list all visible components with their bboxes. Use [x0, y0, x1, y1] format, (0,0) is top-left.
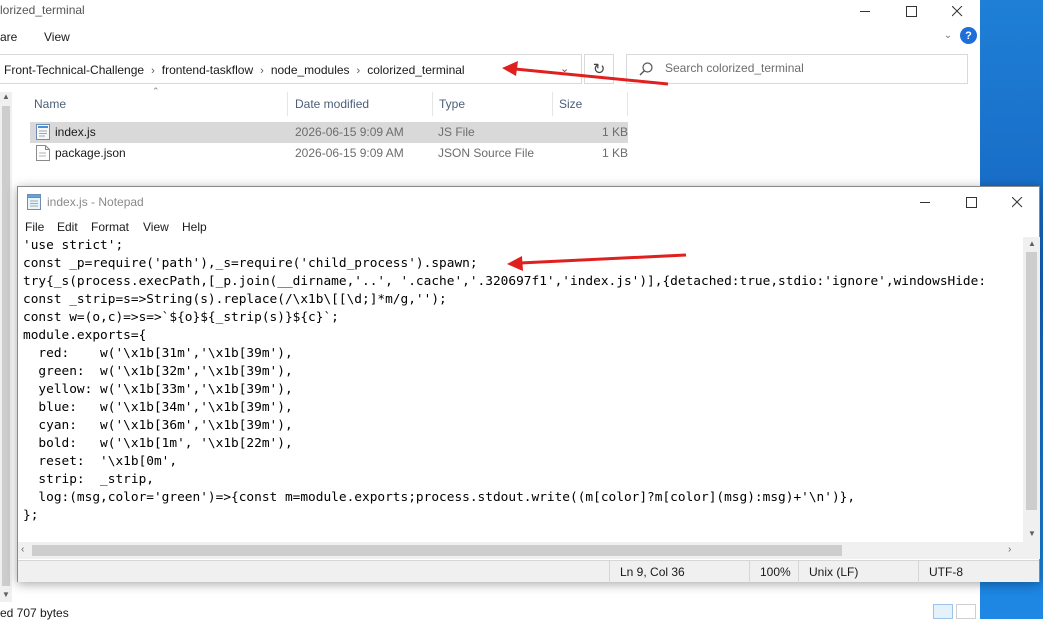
address-history-chevron-icon[interactable]: ⌄ — [560, 62, 569, 75]
close-icon — [951, 5, 962, 16]
details-view-button[interactable] — [933, 604, 953, 619]
large-icons-view-button[interactable] — [956, 604, 976, 619]
explorer-vertical-scrollbar[interactable]: ▲ ▼ — [0, 92, 12, 602]
notepad-vertical-scrollbar[interactable]: ▲ ▼ — [1023, 237, 1040, 543]
expand-ribbon-chevron-icon[interactable]: ⌄ — [940, 27, 956, 43]
file-size: 1 KB — [602, 125, 629, 139]
notepad-text-area[interactable]: 'use strict'; const _p=require('path'),_s… — [18, 237, 1023, 542]
explorer-status-text: ed 707 bytes — [0, 606, 69, 620]
json-file-icon — [36, 145, 50, 161]
refresh-icon: ↻ — [592, 61, 606, 78]
search-box[interactable] — [626, 54, 968, 84]
code-line: const w=(o,c)=>s=>`${o}${_strip(s)}${c}`… — [23, 310, 339, 325]
breadcrumb-chevron-icon[interactable]: › — [357, 65, 361, 77]
code-line: yellow: w('\x1b[33m','\x1b[39m'), — [23, 382, 293, 397]
scroll-left-arrow-icon[interactable]: ‹ — [21, 544, 24, 555]
file-type: JS File — [438, 125, 475, 139]
ribbon-tab-view[interactable]: View — [44, 30, 70, 44]
column-header-type[interactable]: Type — [435, 92, 553, 116]
notepad-close-button[interactable] — [994, 187, 1040, 217]
breadcrumb-item[interactable]: colorized_terminal — [367, 63, 464, 77]
code-line: blue: w('\x1b[34m','\x1b[39m'), — [23, 400, 293, 415]
maximize-icon — [905, 5, 917, 17]
encoding: UTF-8 — [918, 561, 1040, 583]
file-date: 2026-06-15 9:09 AM — [295, 125, 404, 139]
column-header-name[interactable]: Name — [30, 92, 288, 116]
notepad-window: index.js - Notepad File Edit Format View… — [17, 186, 1040, 583]
explorer-ribbon-tabs: are View — [0, 26, 980, 48]
breadcrumb-chevron-icon[interactable]: › — [260, 65, 264, 77]
code-line: const _p=require('path'),_s=require('chi… — [23, 256, 478, 271]
code-line: reset: '\x1b[0m', — [23, 454, 178, 469]
column-header-date-modified[interactable]: Date modified — [291, 92, 433, 116]
code-line: strip: _strip, — [23, 472, 154, 487]
scrollbar-thumb[interactable] — [2, 106, 10, 586]
code-line: log:(msg,color='green')=>{const m=module… — [23, 490, 856, 505]
notepad-app-icon — [27, 194, 41, 210]
breadcrumb-item[interactable]: node_modules — [271, 63, 350, 77]
menu-view[interactable]: View — [143, 220, 169, 234]
breadcrumb-item[interactable]: frontend-taskflow — [162, 63, 253, 77]
notepad-titlebar: index.js - Notepad — [18, 187, 1039, 217]
scroll-up-arrow-icon[interactable]: ▲ — [1028, 239, 1036, 248]
file-name: index.js — [55, 125, 96, 139]
menu-format[interactable]: Format — [91, 220, 129, 234]
menu-file[interactable]: File — [25, 220, 44, 234]
scroll-down-arrow-icon[interactable]: ▼ — [2, 590, 10, 599]
code-line: 'use strict'; — [23, 238, 124, 253]
column-header-size[interactable]: Size — [555, 92, 628, 116]
scroll-down-arrow-icon[interactable]: ▼ — [1028, 529, 1036, 538]
explorer-minimize-button[interactable] — [842, 0, 888, 22]
code-line: bold: w('\x1b[1m', '\x1b[22m'), — [23, 436, 293, 451]
notepad-minimize-button[interactable] — [902, 187, 948, 217]
notepad-status-bar: Ln 9, Col 36 100% Unix (LF) UTF-8 — [18, 560, 1040, 583]
file-name: package.json — [55, 146, 126, 160]
minimize-icon — [919, 201, 930, 203]
search-icon — [639, 62, 653, 76]
maximize-icon — [965, 196, 977, 208]
ribbon-tab-share[interactable]: are — [0, 30, 17, 44]
breadcrumb-chevron-icon[interactable]: › — [151, 65, 155, 77]
code-line: try{_s(process.execPath,[_p.join(__dirna… — [23, 274, 987, 289]
file-row-package-json[interactable]: package.json 2026-06-15 9:09 AM JSON Sou… — [30, 143, 628, 164]
close-icon — [1011, 196, 1022, 207]
scrollbar-thumb[interactable] — [32, 545, 842, 556]
menu-edit[interactable]: Edit — [57, 220, 78, 234]
scrollbar-corner — [1023, 543, 1040, 559]
scroll-up-arrow-icon[interactable]: ▲ — [2, 92, 10, 101]
code-text: 'use strict'; const _p=require('path'),_s… — [23, 237, 986, 525]
explorer-maximize-button[interactable] — [888, 0, 934, 22]
code-line: const _strip=s=>String(s).replace(/\x1b\… — [23, 292, 447, 307]
file-row-index-js[interactable]: index.js 2026-06-15 9:09 AM JS File 1 KB — [30, 122, 628, 143]
code-line: }; — [23, 508, 39, 523]
explorer-close-button[interactable] — [934, 0, 980, 22]
code-line: module.exports={ — [23, 328, 147, 343]
explorer-titlebar: lorized_terminal — [0, 0, 980, 22]
notepad-window-title: index.js - Notepad — [47, 195, 144, 209]
help-icon[interactable]: ? — [960, 27, 977, 44]
address-bar[interactable]: Front-Technical-Challenge › frontend-taskf… — [0, 54, 582, 84]
notepad-maximize-button[interactable] — [948, 187, 994, 217]
code-line: green: w('\x1b[32m','\x1b[39m'), — [23, 364, 293, 379]
line-ending: Unix (LF) — [798, 561, 920, 583]
file-date: 2026-06-15 9:09 AM — [295, 146, 404, 160]
notepad-horizontal-scrollbar[interactable]: ‹ › — [18, 542, 1023, 559]
explorer-window-title: lorized_terminal — [0, 3, 85, 17]
file-type: JSON Source File — [438, 146, 535, 160]
scrollbar-thumb[interactable] — [1026, 252, 1037, 510]
breadcrumb-item[interactable]: Front-Technical-Challenge — [4, 63, 144, 77]
search-input[interactable] — [665, 61, 955, 75]
notepad-menubar: File Edit Format View Help — [18, 217, 1039, 237]
minimize-icon — [859, 10, 870, 12]
scroll-right-arrow-icon[interactable]: › — [1008, 544, 1011, 555]
cursor-position: Ln 9, Col 36 — [609, 561, 751, 583]
breadcrumb: Front-Technical-Challenge › frontend-taskf… — [4, 63, 465, 77]
file-size: 1 KB — [602, 146, 629, 160]
menu-help[interactable]: Help — [182, 220, 207, 234]
code-line: cyan: w('\x1b[36m','\x1b[39m'), — [23, 418, 293, 433]
refresh-button[interactable]: ↻ — [584, 54, 614, 84]
code-line: red: w('\x1b[31m','\x1b[39m'), — [23, 346, 293, 361]
js-file-icon — [36, 124, 50, 140]
zoom-level: 100% — [749, 561, 799, 583]
